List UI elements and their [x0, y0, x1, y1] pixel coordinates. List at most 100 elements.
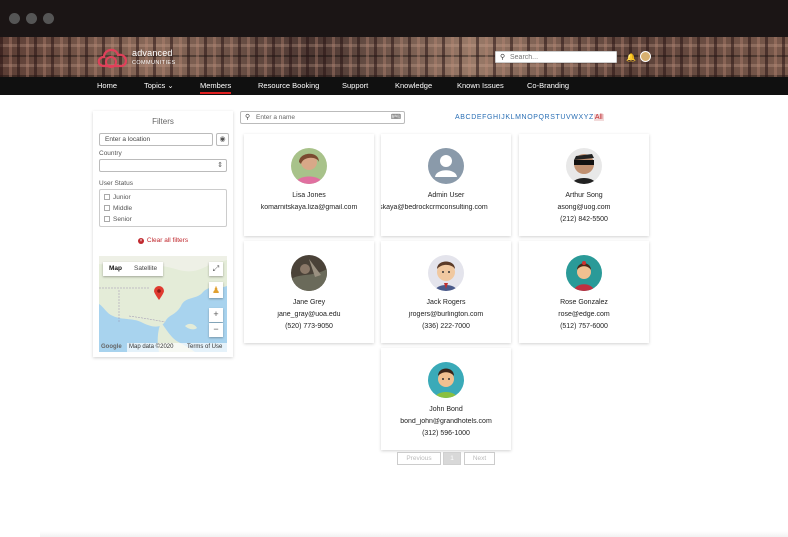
nav-item-resource-booking[interactable]: Resource Booking	[258, 81, 319, 90]
nav-item-co-branding[interactable]: Co-Branding	[527, 81, 569, 90]
alphabet-letter-b[interactable]: B	[460, 114, 465, 121]
member-name[interactable]: Lisa Jones	[244, 192, 374, 199]
member-name[interactable]: Admin User	[381, 192, 511, 199]
member-email[interactable]: komarnitskaya.liza@gmail.com	[244, 204, 374, 211]
nav-item-knowledge[interactable]: Knowledge	[395, 81, 432, 90]
clear-filters-button[interactable]: × Clear all filters	[93, 237, 233, 244]
brand-name: advanced COMMUNITIES	[132, 48, 176, 67]
alphabet-letter-y[interactable]: Y	[584, 114, 589, 121]
alphabet-letter-d[interactable]: D	[471, 114, 476, 121]
window-close-dot[interactable]	[9, 13, 20, 24]
status-checkbox-senior[interactable]: Senior	[104, 216, 132, 223]
map-data-label: Map data ©2020	[129, 344, 174, 350]
alphabet-letter-z[interactable]: Z	[589, 114, 593, 121]
pagination-previous-button[interactable]: Previous	[397, 452, 441, 465]
member-name[interactable]: Jane Grey	[244, 299, 374, 306]
brand-logo[interactable]: advanced COMMUNITIES	[96, 44, 176, 72]
tab-satellite[interactable]: Satellite	[128, 262, 163, 276]
member-phone: (520) 773-9050	[285, 323, 333, 330]
pagination-current-page[interactable]: 1	[443, 452, 461, 465]
window-minimize-dot[interactable]	[26, 13, 37, 24]
member-name[interactable]: John Bond	[381, 406, 511, 413]
alphabet-letter-k[interactable]: K	[505, 114, 510, 121]
zoom-out-button[interactable]: −	[209, 323, 223, 337]
member-name[interactable]: Arthur Song	[519, 192, 649, 199]
alphabet-letter-h[interactable]: H	[493, 114, 498, 121]
alphabet-letter-w[interactable]: W	[571, 114, 578, 121]
member-avatar	[428, 148, 464, 184]
keyboard-icon[interactable]: ⌨	[391, 113, 401, 121]
member-card[interactable]: Admin User komarnitskaya@bedrockcrmconsu…	[381, 134, 511, 236]
country-select[interactable]: ⇕	[99, 159, 227, 172]
member-card[interactable]: Jack Rogers jrogers@burlington.com (336)…	[381, 241, 511, 343]
user-status-list: Junior Middle Senior	[99, 189, 227, 227]
alphabet-letter-u[interactable]: U	[560, 114, 565, 121]
main-nav: Home Topics ⌄ Members Resource Booking S…	[0, 77, 788, 95]
chevron-updown-icon: ⇕	[217, 162, 223, 169]
alphabet-letter-a[interactable]: A	[455, 114, 460, 121]
member-card[interactable]: John Bond bond_john@grandhotels.com (312…	[381, 348, 511, 450]
member-email[interactable]: jrogers@burlington.com	[381, 311, 511, 318]
alphabet-letter-v[interactable]: V	[566, 114, 571, 121]
member-email[interactable]: komarnitskaya@bedrockcrmconsulting.com	[381, 204, 511, 211]
member-phone: (336) 222-7000	[422, 323, 470, 330]
zoom-in-button[interactable]: +	[209, 308, 223, 322]
nav-item-support[interactable]: Support	[342, 81, 368, 90]
alphabet-letter-r[interactable]: R	[545, 114, 550, 121]
member-email[interactable]: rose@edge.com	[519, 311, 649, 318]
member-search[interactable]: ⚲ Enter a name ⌨	[240, 111, 405, 124]
status-checkbox-junior[interactable]: Junior	[104, 194, 131, 201]
alphabet-letter-x[interactable]: X	[578, 114, 583, 121]
alphabet-letter-q[interactable]: Q	[539, 114, 544, 121]
pagination-next-button[interactable]: Next	[464, 452, 495, 465]
fullscreen-icon[interactable]: ⤢	[209, 262, 223, 276]
alphabet-letter-m[interactable]: M	[515, 114, 521, 121]
global-search[interactable]: ⚲	[495, 51, 617, 63]
alphabet-letter-all[interactable]: All	[593, 114, 604, 121]
member-card[interactable]: Arthur Song asong@uog.com (212) 842-5500	[519, 134, 649, 236]
global-search-input[interactable]	[510, 52, 614, 62]
member-name[interactable]: Jack Rogers	[381, 299, 511, 306]
location-input[interactable]: Enter a location	[99, 133, 213, 146]
close-icon: ×	[137, 238, 144, 244]
map-terms-link[interactable]: Terms of Use	[187, 344, 222, 350]
member-map[interactable]: Map Satellite ⤢ ♟ + − Google Map data ©2…	[99, 256, 227, 352]
window-titlebar	[0, 0, 788, 37]
member-name[interactable]: Rose Gonzalez	[519, 299, 649, 306]
country-label: Country	[99, 150, 122, 157]
member-email[interactable]: jane_gray@uoa.edu	[244, 311, 374, 318]
map-footer: Google Map data ©2020 Terms of Use	[99, 343, 227, 352]
member-email[interactable]: asong@uog.com	[519, 204, 649, 211]
user-avatar[interactable]	[640, 51, 651, 62]
alphabet-letter-f[interactable]: F	[482, 114, 486, 121]
alphabet-letter-c[interactable]: C	[466, 114, 471, 121]
status-checkbox-middle[interactable]: Middle	[104, 205, 132, 212]
nav-item-known-issues[interactable]: Known Issues	[457, 81, 504, 90]
member-email[interactable]: bond_john@grandhotels.com	[381, 418, 511, 425]
window-maximize-dot[interactable]	[43, 13, 54, 24]
map-type-tabs: Map Satellite	[103, 262, 164, 276]
location-pin-icon[interactable]: ◉	[216, 133, 229, 146]
bell-icon[interactable]: 🔔	[626, 53, 636, 62]
alphabet-letter-g[interactable]: G	[487, 114, 492, 121]
alphabet-letter-n[interactable]: N	[522, 114, 527, 121]
user-status-label: User Status	[99, 180, 133, 187]
nav-item-home[interactable]: Home	[97, 81, 117, 90]
member-phone: (212) 842-5500	[560, 216, 608, 223]
member-card[interactable]: Rose Gonzalez rose@edge.com (512) 757-60…	[519, 241, 649, 343]
tab-map[interactable]: Map	[103, 262, 128, 276]
alphabet-letter-o[interactable]: O	[527, 114, 532, 121]
alphabet-letter-l[interactable]: L	[511, 114, 515, 121]
map-pin-icon[interactable]	[154, 286, 164, 300]
nav-item-members[interactable]: Members	[200, 81, 232, 94]
member-card[interactable]: Jane Grey jane_gray@uoa.edu (520) 773-90…	[244, 241, 374, 343]
nav-item-topics[interactable]: Topics ⌄	[144, 81, 174, 90]
search-icon: ⚲	[245, 114, 251, 121]
pegman-icon[interactable]: ♟	[209, 282, 223, 298]
alphabet-letter-e[interactable]: E	[477, 114, 482, 121]
member-avatar	[291, 255, 327, 291]
alphabet-letter-p[interactable]: P	[533, 114, 538, 121]
member-card[interactable]: Lisa Jones komarnitskaya.liza@gmail.com	[244, 134, 374, 236]
member-avatar	[428, 255, 464, 291]
alphabet-filter: ABCDEFGHIJKLMNOPQRSTUVWXYZ All	[455, 114, 604, 124]
